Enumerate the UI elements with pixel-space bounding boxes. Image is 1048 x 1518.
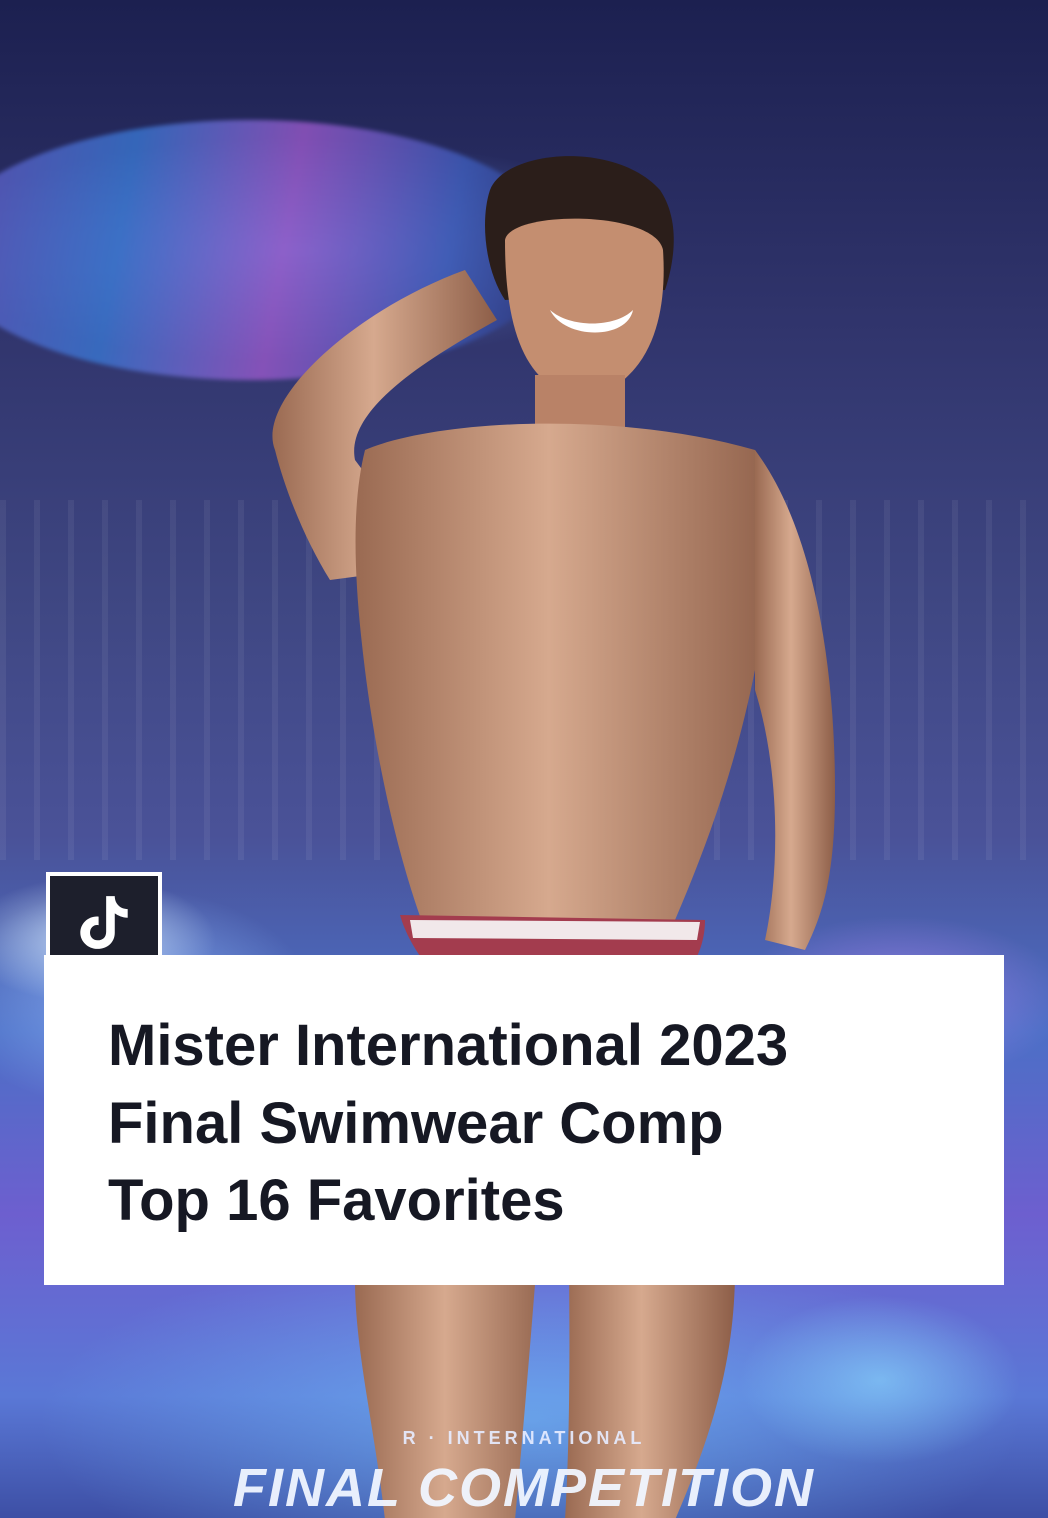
caption-line-3: Top 16 Favorites bbox=[108, 1168, 565, 1233]
contestant-figure bbox=[235, 150, 855, 1518]
video-frame[interactable]: R · INTERNATIONAL FINAL COMPETITION bbox=[0, 0, 1048, 1518]
stage-logo-small: R · INTERNATIONAL bbox=[402, 1428, 646, 1448]
stage-logo-large: FINAL COMPETITION bbox=[233, 1458, 815, 1518]
caption-line-1: Mister International 2023 bbox=[108, 1013, 789, 1078]
stage-logo: R · INTERNATIONAL FINAL COMPETITION bbox=[0, 1428, 1048, 1518]
caption-line-2: Final Swimwear Comp bbox=[108, 1091, 724, 1156]
tiktok-logo-icon bbox=[80, 896, 128, 949]
